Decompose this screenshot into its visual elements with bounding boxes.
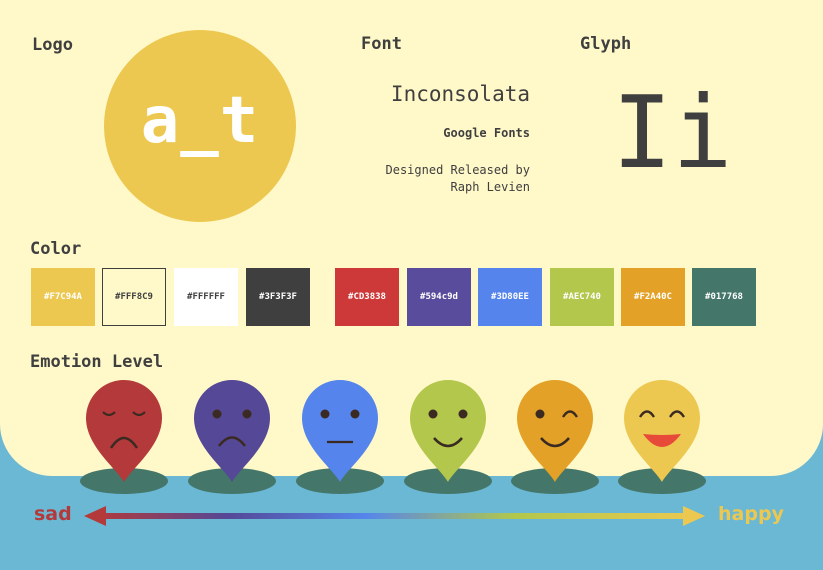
emotion-gradient-arrow — [84, 506, 705, 526]
happy-label: happy — [718, 503, 784, 525]
sad-label: sad — [34, 503, 72, 525]
